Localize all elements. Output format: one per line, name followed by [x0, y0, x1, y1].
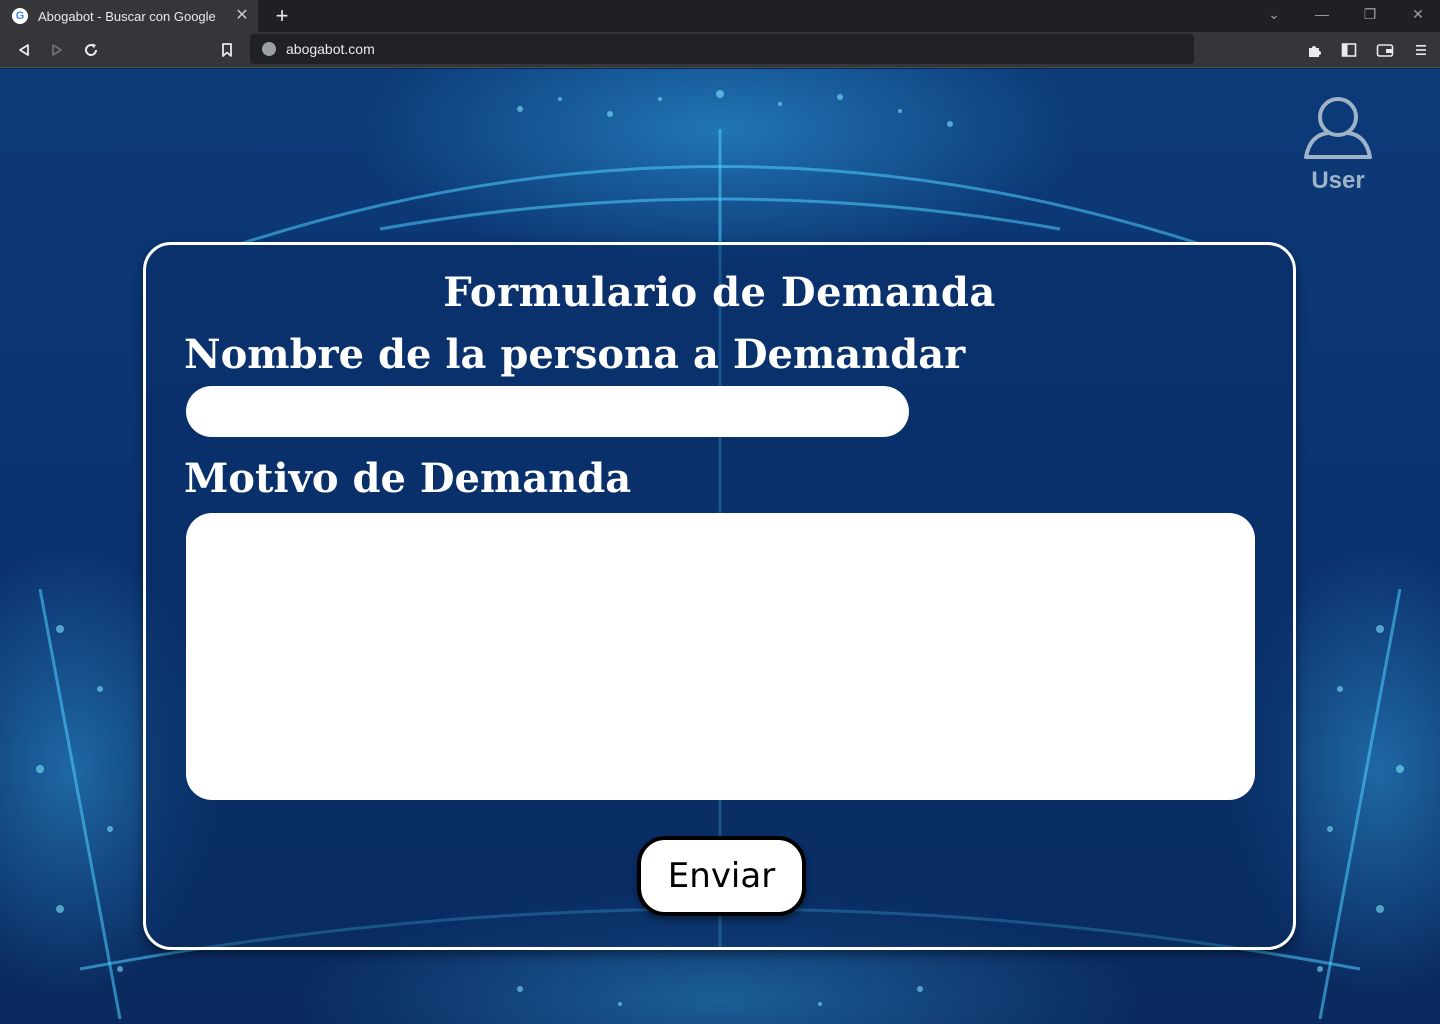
- extensions-button[interactable]: [1303, 38, 1327, 62]
- browser-toolbar: abogabot.com: [0, 32, 1440, 68]
- defendant-name-input[interactable]: [186, 386, 909, 437]
- user-icon: [1304, 97, 1372, 159]
- reload-button[interactable]: [79, 38, 103, 62]
- demand-form-card: Formulario de Demanda Nombre de la perso…: [143, 242, 1296, 950]
- browser-tab[interactable]: G Abogabot - Buscar con Google ✕: [0, 0, 258, 32]
- sidebar-icon: [1341, 43, 1357, 57]
- minimize-button[interactable]: —: [1300, 0, 1344, 28]
- address-bar[interactable]: abogabot.com: [250, 34, 1194, 64]
- forward-button[interactable]: [45, 38, 69, 62]
- browser-tab-bar: G Abogabot - Buscar con Google ✕ + ⌄ — ❐…: [0, 0, 1440, 32]
- bookmark-button[interactable]: [215, 38, 239, 62]
- close-window-button[interactable]: ✕: [1396, 0, 1440, 28]
- restore-button[interactable]: ❐: [1348, 0, 1392, 28]
- new-tab-button[interactable]: +: [270, 4, 294, 28]
- user-label: User: [1311, 167, 1365, 194]
- page-viewport: User Formulario de Demanda Nombre de la …: [0, 69, 1440, 1024]
- back-icon: [19, 44, 29, 56]
- demand-reason-textarea[interactable]: [186, 513, 1255, 800]
- wallet-button[interactable]: [1373, 38, 1397, 62]
- form-title: Formulario de Demanda: [443, 269, 996, 316]
- wallet-icon: [1376, 44, 1394, 57]
- forward-icon: [52, 44, 62, 56]
- reload-icon: [85, 43, 98, 56]
- defendant-name-label: Nombre de la persona a Demandar: [184, 331, 966, 378]
- user-profile-button[interactable]: User: [1296, 89, 1380, 199]
- sidebar-button[interactable]: [1337, 38, 1361, 62]
- demand-reason-label: Motivo de Demanda: [184, 455, 632, 502]
- tab-title: Abogabot - Buscar con Google: [38, 8, 216, 24]
- url-text: abogabot.com: [286, 41, 375, 57]
- menu-icon: [1416, 45, 1426, 55]
- submit-button[interactable]: Enviar: [637, 836, 806, 916]
- back-button[interactable]: [12, 38, 36, 62]
- google-favicon-icon: G: [12, 8, 28, 24]
- site-info-icon[interactable]: [262, 42, 276, 56]
- menu-button[interactable]: [1409, 38, 1433, 62]
- tab-search-icon[interactable]: ⌄: [1252, 0, 1296, 28]
- extensions-icon: [1309, 46, 1321, 57]
- close-tab-icon[interactable]: ✕: [232, 6, 252, 26]
- bookmark-icon: [222, 43, 232, 57]
